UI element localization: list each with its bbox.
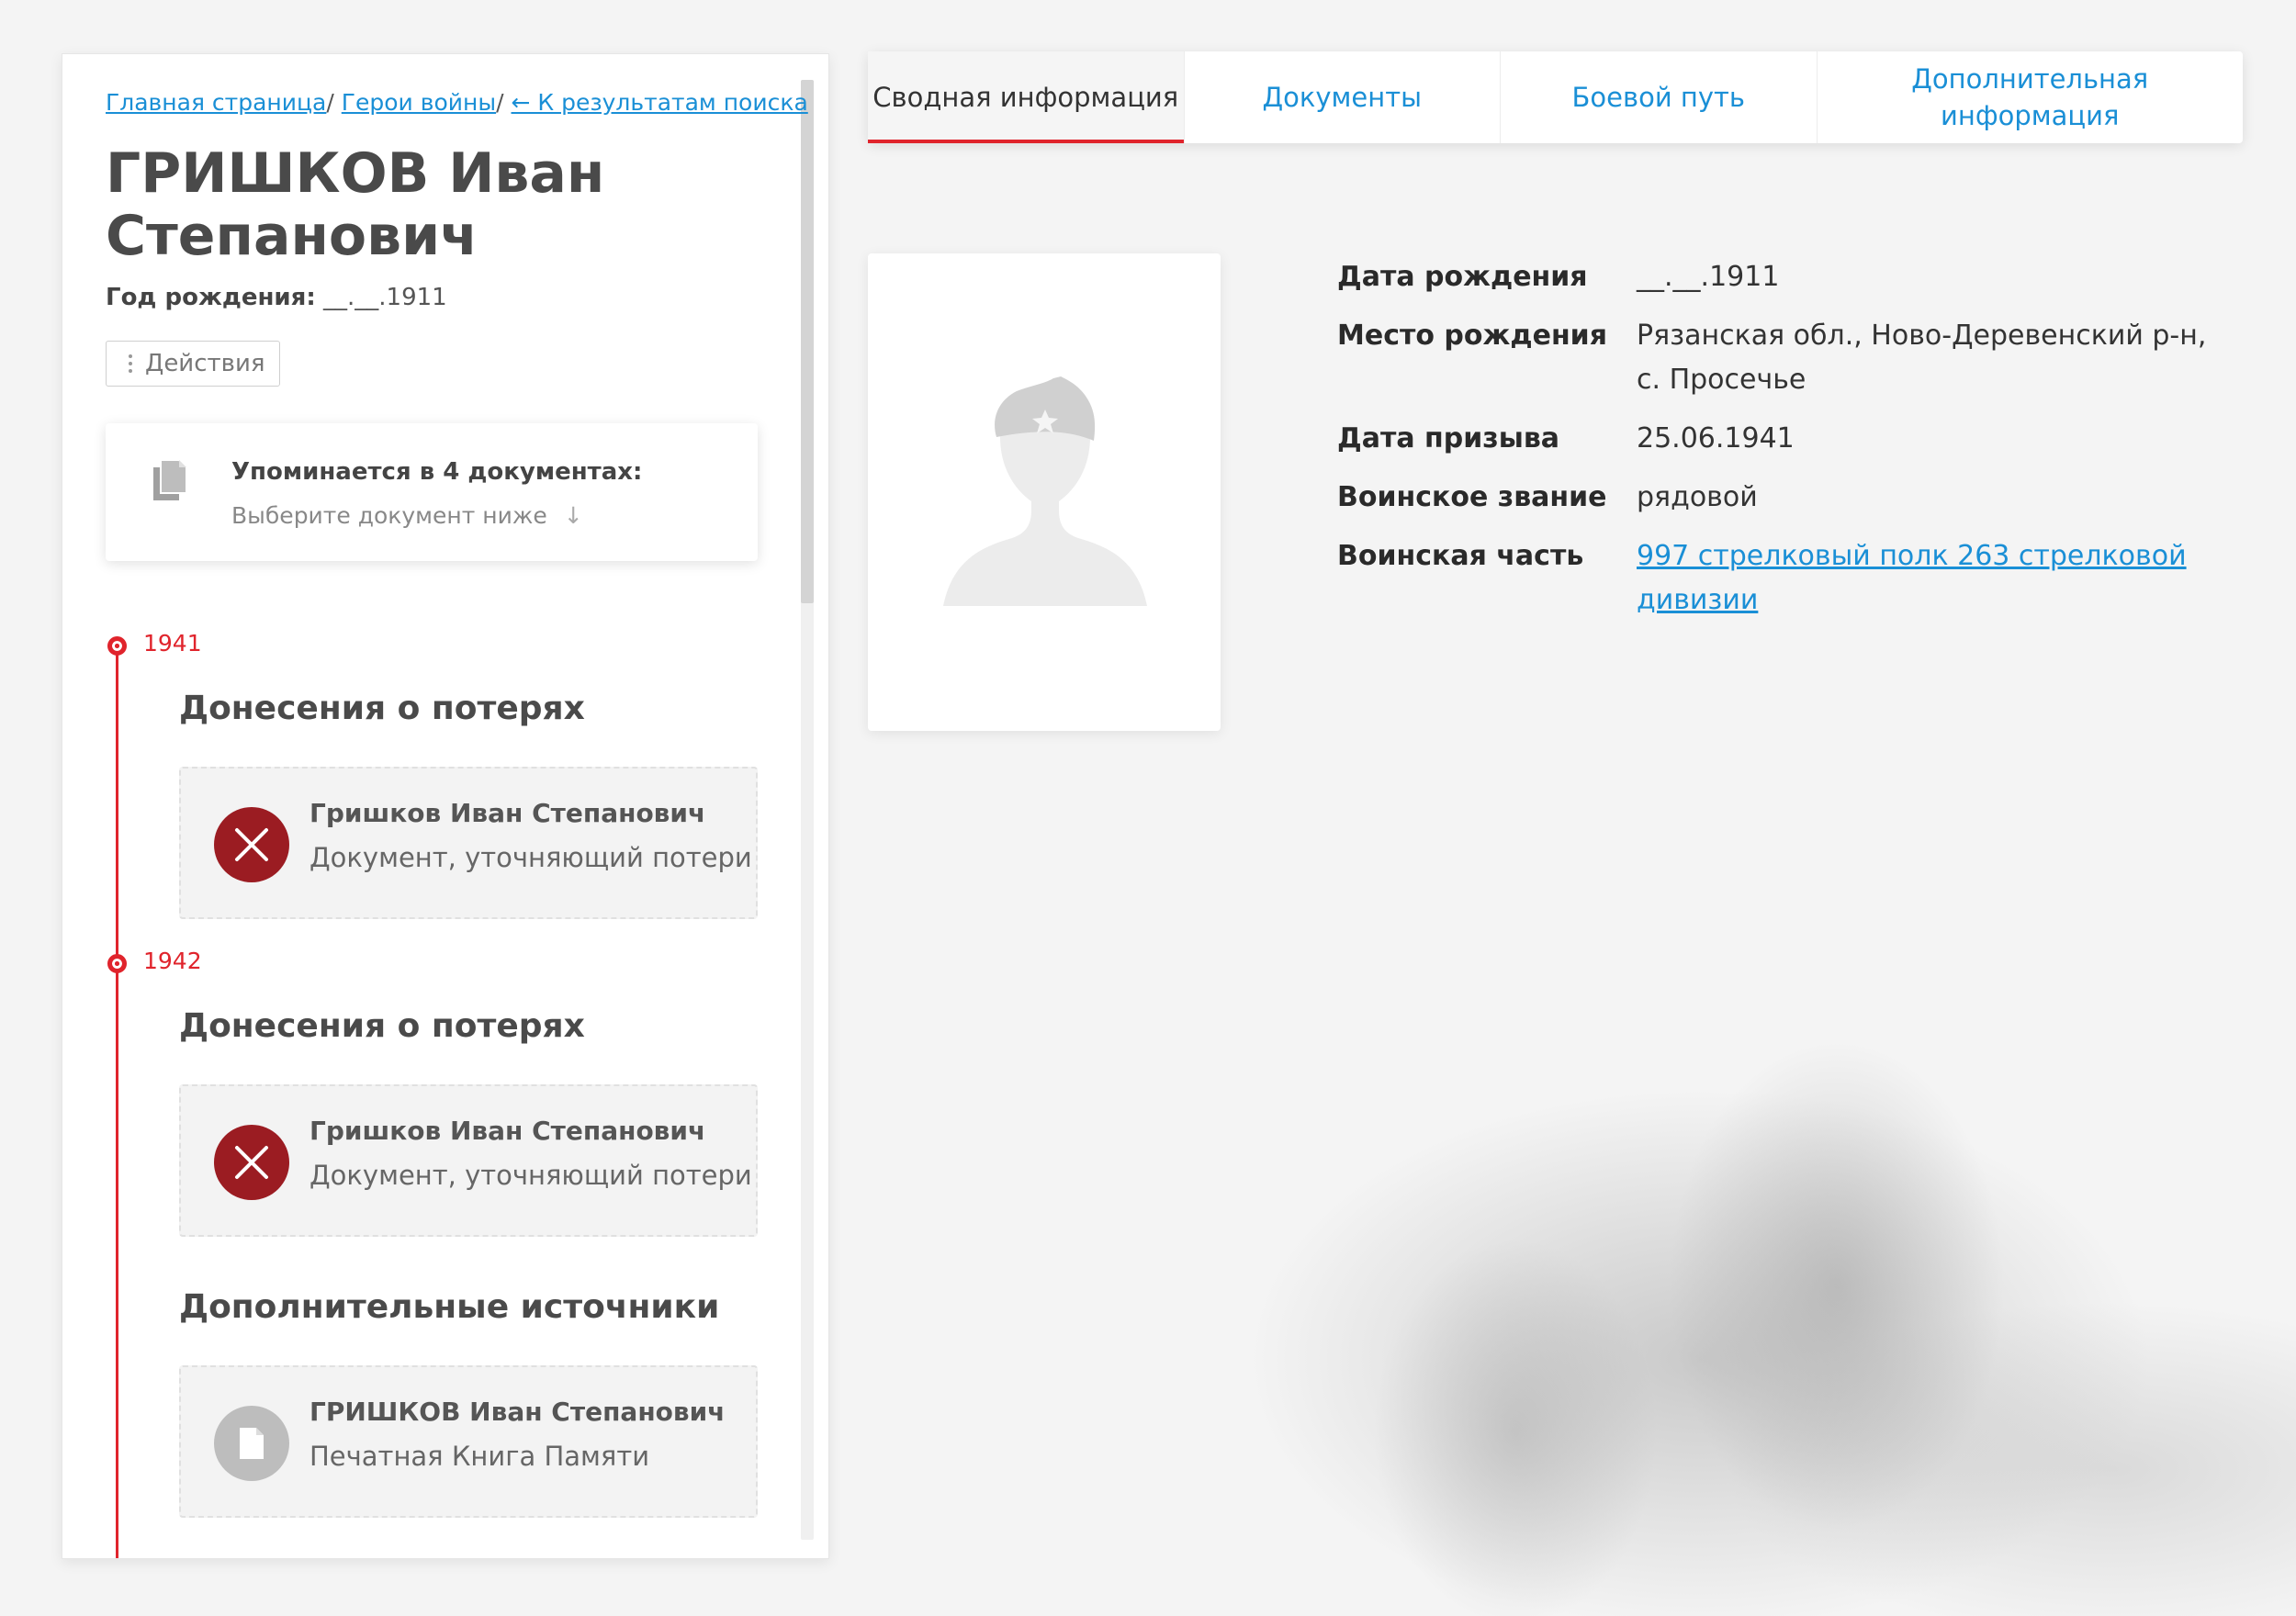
document-icon [214,1406,289,1481]
document-person-name: Гришков Иван Степанович [310,1116,706,1146]
info-label: Воинское звание [1337,481,1607,513]
breadcrumb: Главная страница/ Герои войны/ ← К резул… [106,89,808,116]
info-value: рядовой [1637,481,1758,513]
breadcrumb-separator: / [326,89,334,116]
mentions-subtitle-text: Выберите документ ниже [231,502,547,529]
section-title: Донесения о потерях [179,1007,585,1045]
info-label: Место рождения [1337,320,1607,352]
kebab-menu-icon [129,354,132,373]
info-row-birth-date: Дата рождения __.__.1911 [1337,255,2234,299]
document-card[interactable]: Гришков Иван Степанович Документ, уточня… [179,767,758,919]
tab-documents[interactable]: Документы [1185,51,1501,143]
sidebar-scrollbar[interactable] [801,80,814,1540]
timeline-year: 1941 [143,630,202,656]
timeline-year: 1942 [143,948,202,974]
info-row-birth-place: Место рождения Рязанская обл., Ново-Дере… [1337,314,2234,402]
birth-year: Год рождения: __.__.1911 [106,284,447,311]
documents-icon [153,459,187,500]
scrollbar-thumb[interactable] [801,80,814,603]
section-title-extra-sources: Дополнительные источники [179,1288,720,1326]
document-type: Документ, уточняющий потери [310,1160,752,1191]
back-to-results-link[interactable]: ← К результатам поиска [512,89,808,116]
person-name: ГРИШКОВ Иван Степанович [106,141,605,268]
person-info-table: Дата рождения __.__.1911 Место рождения … [1337,255,2234,637]
section-title: Донесения о потерях [179,690,585,727]
tab-additional-info-label: Дополнительная информация [1911,63,2149,131]
close-icon [214,807,289,882]
info-label: Дата призыва [1337,422,1560,454]
breadcrumb-heroes-link[interactable]: Герои войны [342,89,496,116]
info-row-unit: Воинская часть 997 стрелковый полк 263 с… [1337,534,2234,623]
birth-year-label: Год рождения: [106,284,316,311]
mentions-title: Упоминается в 4 документах: [231,458,643,486]
info-value: 997 стрелковый полк 263 стрелковой дивиз… [1637,534,2234,623]
timeline-line [116,646,118,1558]
soldier-silhouette-icon [943,376,1147,606]
document-type: Печатная Книга Памяти [310,1441,650,1472]
tab-combat-path[interactable]: Боевой путь [1501,51,1818,143]
document-card[interactable]: Гришков Иван Степанович Документ, уточня… [179,1084,758,1237]
timeline-dot [107,954,127,973]
actions-button-label: Действия [145,350,265,377]
info-row-draft-date: Дата призыва 25.06.1941 [1337,417,2234,461]
info-label: Воинская часть [1337,540,1584,572]
document-person-name: Гришков Иван Степанович [310,798,706,828]
close-icon [214,1125,289,1200]
profile-tabs: Сводная информация Документы Боевой путь… [868,51,2243,143]
tab-additional-info[interactable]: Дополнительная информация [1818,51,2244,143]
tab-summary[interactable]: Сводная информация [868,51,1185,143]
info-value: __.__.1911 [1637,261,1780,293]
document-card[interactable]: ГРИШКОВ Иван Степанович Печатная Книга П… [179,1365,758,1518]
info-value: 25.06.1941 [1637,422,1795,454]
person-sidebar: Главная страница/ Герои войны/ ← К резул… [62,53,829,1559]
breadcrumb-home-link[interactable]: Главная страница [106,89,326,116]
mentions-subtitle: Выберите документ ниже ↓ [231,502,583,529]
document-person-name: ГРИШКОВ Иван Степанович [310,1397,726,1427]
actions-button[interactable]: Действия [106,341,280,387]
mentions-card: Упоминается в 4 документах: Выберите док… [106,423,758,561]
birth-year-value: __.__.1911 [323,284,447,311]
info-label: Дата рождения [1337,261,1588,293]
arrow-down-icon: ↓ [563,502,583,529]
timeline-dot [107,636,127,656]
document-type: Документ, уточняющий потери [310,842,752,873]
soldier-photo-placeholder [868,253,1221,731]
info-row-rank: Воинское звание рядовой [1337,476,2234,520]
info-value: Рязанская обл., Ново-Деревенский р-н, с.… [1637,320,2207,396]
military-unit-link[interactable]: 997 стрелковый полк 263 стрелковой дивиз… [1637,540,2187,616]
breadcrumb-separator: / [496,89,504,116]
